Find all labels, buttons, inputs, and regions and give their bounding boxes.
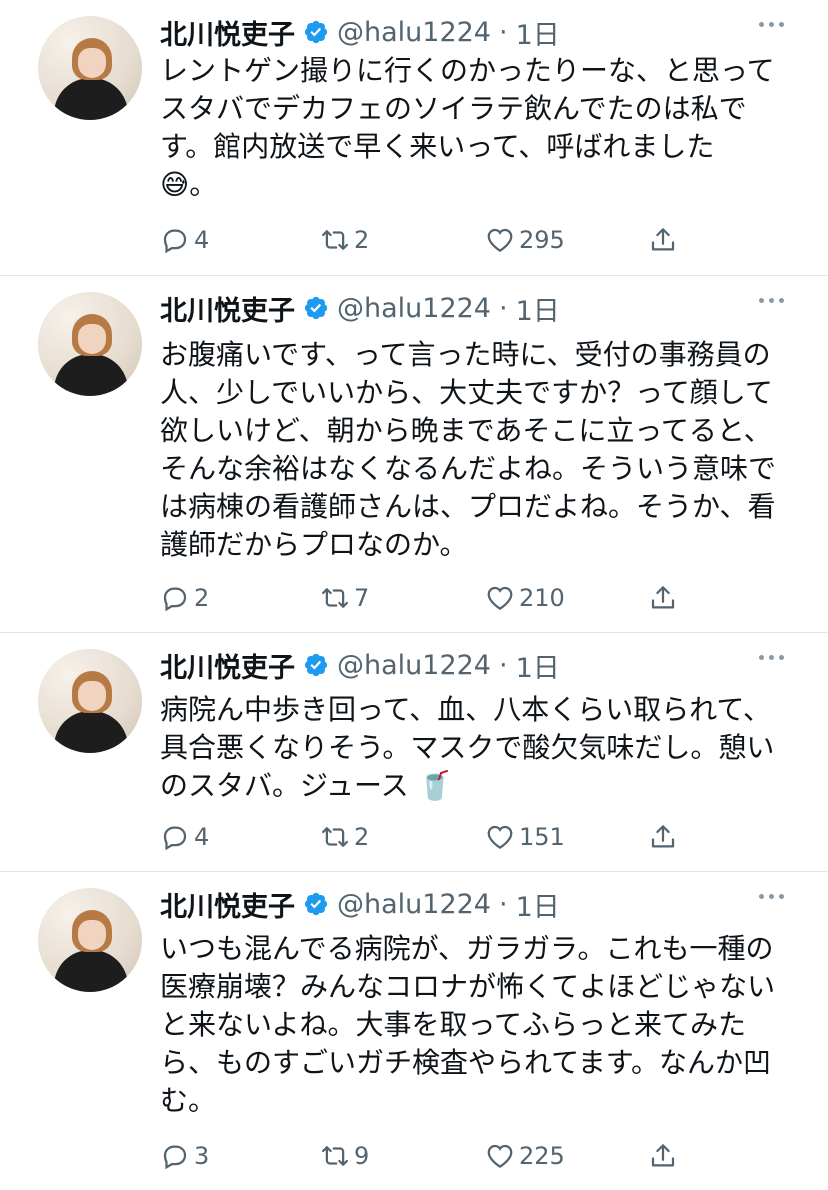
like-icon [487, 586, 513, 610]
timestamp[interactable]: 1日 [516, 13, 560, 52]
tweet[interactable]: 北川悦吏子 @halu1224 · 1日 病院ん中歩き回って、血、八本くらい取ら… [0, 633, 828, 871]
tweet-header: 北川悦吏子 @halu1224 · 1日 [160, 12, 560, 52]
avatar[interactable] [38, 649, 142, 753]
reply-count: 4 [194, 226, 210, 254]
like-button[interactable]: 151 [485, 817, 565, 857]
avatar[interactable] [38, 888, 142, 992]
share-button[interactable] [648, 1136, 678, 1176]
retweet-count: 2 [354, 226, 370, 254]
avatar[interactable] [38, 292, 142, 396]
reply-button[interactable]: 4 [160, 817, 209, 857]
verified-badge-icon [304, 653, 328, 677]
reply-count: 4 [194, 823, 210, 851]
like-icon [487, 1144, 513, 1168]
tweet[interactable]: 北川悦吏子 @halu1224 · 1日 いつも混んでる病院が、ガラガラ。これも… [0, 872, 828, 1190]
share-button[interactable] [648, 817, 678, 857]
like-button[interactable]: 210 [485, 578, 565, 618]
retweet-button[interactable]: 2 [320, 817, 369, 857]
handle[interactable]: @halu1224 [337, 17, 491, 48]
like-button[interactable]: 295 [485, 220, 565, 260]
avatar[interactable] [38, 16, 142, 120]
like-count: 210 [519, 584, 565, 612]
tweet-header: 北川悦吏子 @halu1224 · 1日 [160, 884, 560, 924]
like-icon [487, 825, 513, 849]
reply-button[interactable]: 3 [160, 1136, 209, 1176]
like-icon [487, 228, 513, 252]
tweet[interactable]: 北川悦吏子 @halu1224 · 1日 お腹痛いです、って言った時に、受付の事… [0, 276, 828, 632]
like-count: 225 [519, 1142, 565, 1170]
separator-dot: · [498, 16, 508, 48]
display-name[interactable]: 北川悦吏子 [160, 885, 295, 924]
tweet-actions: 3 9 225 [160, 1136, 700, 1176]
share-icon [651, 825, 675, 848]
tweet-text: 病院ん中歩き回って、血、八本くらい取られて、 具合悪くなりそう。マスクで酸欠気味… [160, 693, 775, 802]
retweet-button[interactable]: 7 [320, 578, 369, 618]
like-count: 151 [519, 823, 565, 851]
reply-button[interactable]: 4 [160, 220, 209, 260]
more-icon[interactable] [759, 298, 784, 303]
reply-button[interactable]: 2 [160, 578, 209, 618]
reply-icon [163, 229, 187, 254]
tweet-header: 北川悦吏子 @halu1224 · 1日 [160, 645, 560, 685]
retweet-count: 9 [354, 1142, 370, 1170]
share-icon [651, 586, 675, 609]
reply-count: 2 [194, 584, 210, 612]
share-button[interactable] [648, 578, 678, 618]
share-icon [651, 228, 675, 251]
tweet-text: お腹痛いです、って言った時に、受付の事務員の 人、少しでいいから、大丈夫ですか？… [160, 338, 777, 561]
separator-dot: · [498, 649, 508, 681]
handle[interactable]: @halu1224 [337, 889, 491, 920]
share-icon [651, 1144, 675, 1167]
retweet-icon [322, 827, 348, 847]
more-icon[interactable] [759, 655, 784, 660]
separator-dot: · [498, 888, 508, 920]
handle[interactable]: @halu1224 [337, 293, 491, 324]
tweet-text: いつも混んでる病院が、ガラガラ。これも一種の 医療崩壊？みんなコロナが怖くてよほ… [160, 932, 776, 1117]
retweet-icon [322, 588, 348, 608]
timestamp[interactable]: 1日 [516, 289, 560, 328]
tweet-actions: 4 2 295 [160, 220, 700, 260]
display-name[interactable]: 北川悦吏子 [160, 646, 295, 685]
reply-icon [163, 1145, 187, 1170]
tweet-actions: 4 2 151 [160, 817, 700, 857]
display-name[interactable]: 北川悦吏子 [160, 13, 295, 52]
retweet-count: 2 [354, 823, 370, 851]
more-icon[interactable] [759, 22, 784, 27]
verified-badge-icon [304, 892, 328, 916]
retweet-icon [322, 1146, 348, 1166]
timestamp[interactable]: 1日 [516, 885, 560, 924]
reply-icon [163, 587, 187, 612]
like-button[interactable]: 225 [485, 1136, 565, 1176]
timestamp[interactable]: 1日 [516, 646, 560, 685]
verified-badge-icon [304, 20, 328, 44]
like-count: 295 [519, 226, 565, 254]
more-icon[interactable] [759, 894, 784, 899]
retweet-button[interactable]: 2 [320, 220, 369, 260]
retweet-icon [322, 230, 348, 250]
handle[interactable]: @halu1224 [337, 650, 491, 681]
reply-icon [163, 826, 187, 851]
verified-badge-icon [304, 296, 328, 320]
tweet-text: レントゲン撮りに行くのかったりーな、と思って スタバでデカフェのソイラテ飲んでた… [160, 54, 775, 201]
tweet[interactable]: 北川悦吏子 @halu1224 · 1日 レントゲン撮りに行くのかったりーな、と… [0, 0, 828, 275]
share-button[interactable] [648, 220, 678, 260]
reply-count: 3 [194, 1142, 210, 1170]
tweet-actions: 2 7 210 [160, 578, 700, 618]
retweet-button[interactable]: 9 [320, 1136, 369, 1176]
retweet-count: 7 [354, 584, 370, 612]
tweet-header: 北川悦吏子 @halu1224 · 1日 [160, 288, 560, 328]
display-name[interactable]: 北川悦吏子 [160, 289, 295, 328]
separator-dot: · [498, 292, 508, 324]
